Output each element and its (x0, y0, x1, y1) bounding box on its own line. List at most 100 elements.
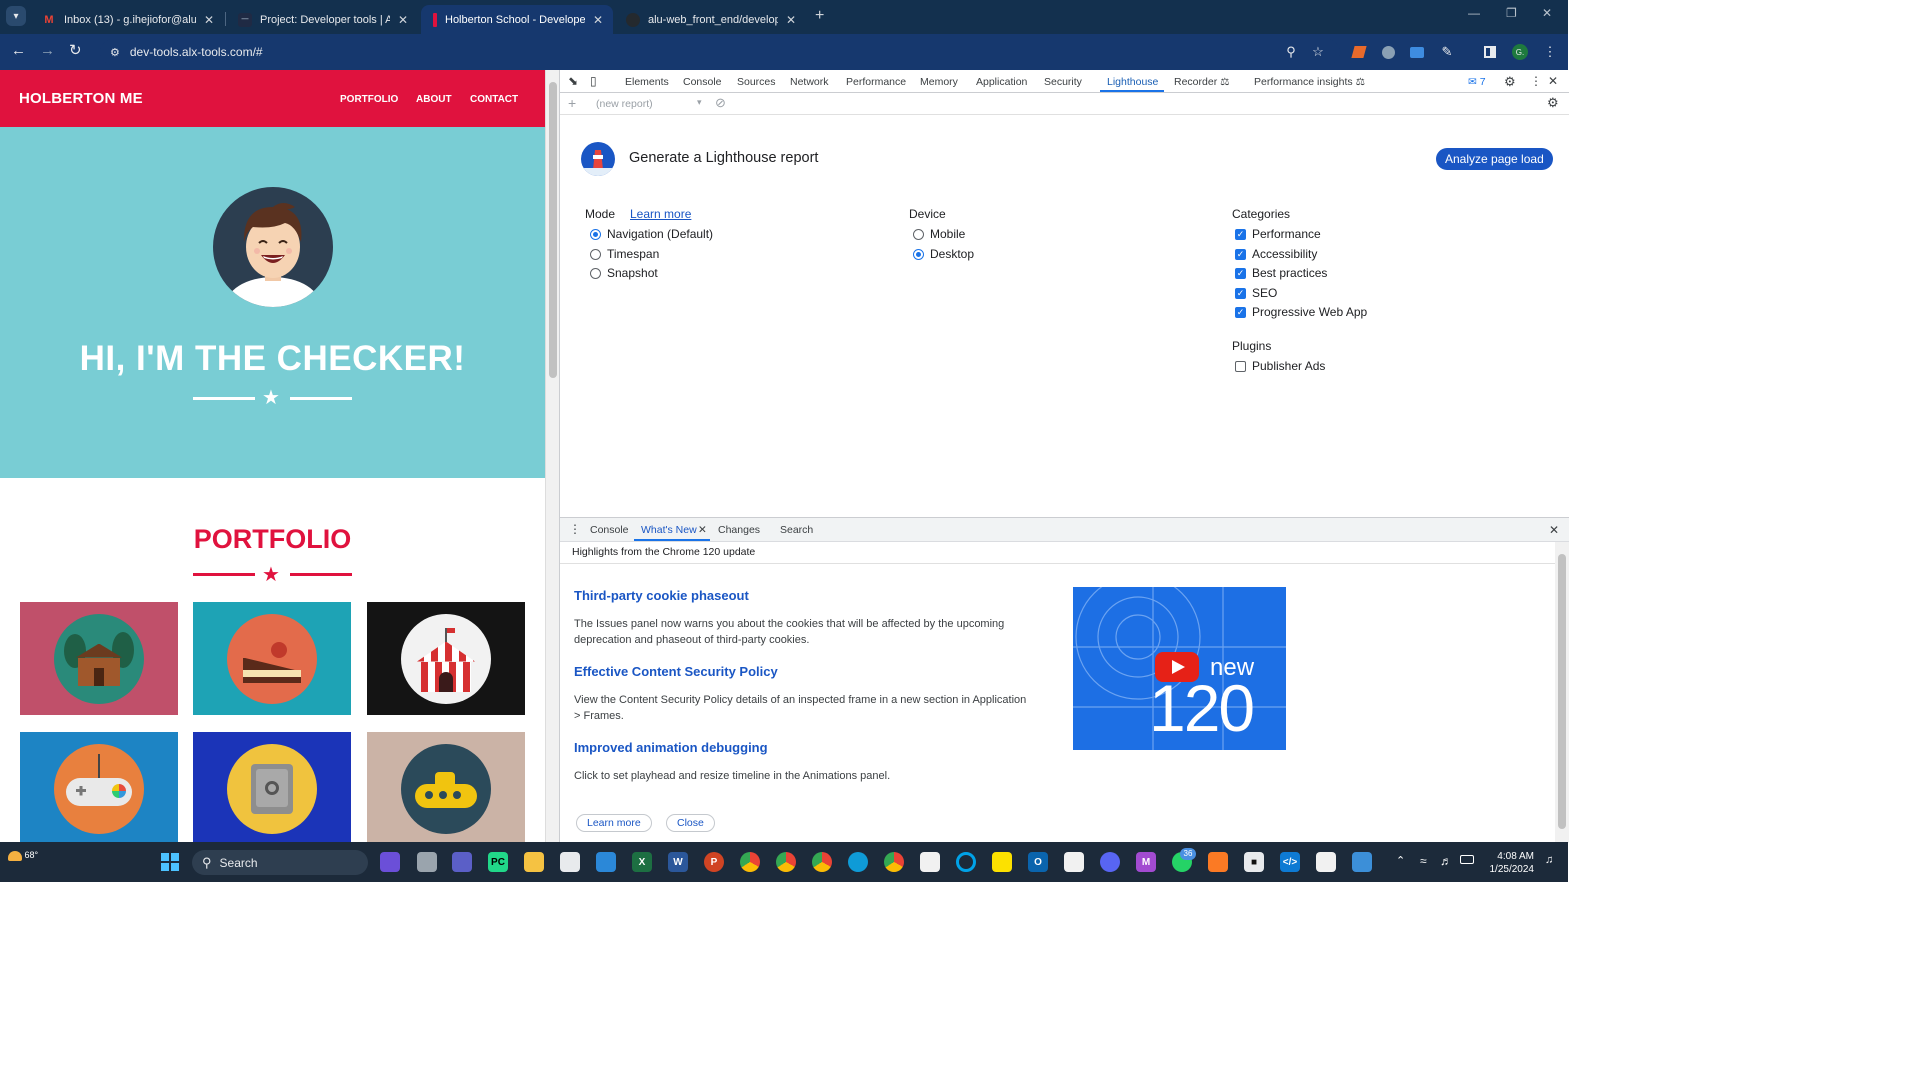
portfolio-item-submarine[interactable] (367, 732, 525, 842)
xampp-icon[interactable] (1208, 852, 1228, 872)
portfolio-item-cabin[interactable] (20, 602, 178, 715)
tab-recorder[interactable]: Recorder ⚖ (1174, 76, 1230, 88)
extension-window-icon[interactable] (1408, 43, 1426, 61)
capcut-icon[interactable]: ■ (1244, 852, 1264, 872)
drawer-menu-icon[interactable]: ⋮ (569, 522, 581, 536)
close-devtools-icon[interactable]: ✕ (1548, 74, 1558, 88)
tab-lighthouse[interactable]: Lighthouse (1107, 76, 1158, 88)
browser-tab-holberton[interactable]: Holberton School - Developer tools ✕ (421, 5, 613, 34)
plus-icon[interactable]: + (568, 95, 576, 111)
drawer-tab-whats-new[interactable]: What's New (641, 524, 697, 536)
whats-new-item-heading[interactable]: Improved animation debugging (574, 740, 768, 755)
snipping-tool-icon[interactable] (1316, 852, 1336, 872)
file-icon[interactable] (1064, 852, 1084, 872)
excel-icon[interactable]: X (632, 852, 652, 872)
close-tab-icon[interactable]: ✕ (593, 13, 603, 27)
mode-navigation-radio[interactable]: Navigation (Default) (590, 227, 713, 241)
mode-timespan-radio[interactable]: Timespan (590, 247, 659, 261)
browser-tab-github[interactable]: alu-web_front_end/developer_tools ✕ (614, 5, 806, 34)
devtools-menu-icon[interactable]: ⋮ (1530, 74, 1542, 88)
microsoft-store-icon[interactable] (560, 852, 580, 872)
scrollbar-thumb[interactable] (549, 82, 557, 378)
bookmark-star-icon[interactable]: ☆ (1309, 43, 1327, 61)
new-tab-button[interactable]: + (815, 7, 824, 25)
tab-console[interactable]: Console (683, 76, 722, 88)
chrome-icon[interactable] (776, 852, 796, 872)
forward-icon[interactable]: → (40, 43, 55, 59)
taskbar-clock[interactable]: 4:08 AM 1/25/2024 (1486, 850, 1535, 876)
grammarly-icon[interactable] (1379, 43, 1397, 61)
task-view-icon[interactable] (417, 852, 437, 872)
volume-icon[interactable]: ♬ (1440, 854, 1452, 868)
portfolio-item-circus[interactable] (367, 602, 525, 715)
close-tab-icon[interactable]: ✕ (204, 13, 214, 27)
profile-avatar[interactable]: G. (1511, 43, 1529, 61)
windows-start-icon[interactable] (160, 852, 180, 872)
chrome-icon[interactable] (884, 852, 904, 872)
close-tab-icon[interactable]: ✕ (398, 13, 408, 27)
plugin-publisher-ads-checkbox[interactable]: Publisher Ads (1235, 359, 1325, 373)
drawer-scrollbar[interactable] (1555, 542, 1569, 843)
address-bar[interactable]: ⚙ dev-tools.alx-tools.com/# (100, 39, 1340, 65)
wifi-icon[interactable]: ≈ (1420, 854, 1427, 868)
category-performance-checkbox[interactable]: ✓ Performance (1235, 227, 1321, 241)
site-info-icon[interactable]: ⚙ (110, 46, 120, 59)
chevron-up-icon[interactable]: ⌃ (1396, 854, 1405, 867)
mind-app-icon[interactable]: M (1136, 852, 1156, 872)
category-accessibility-checkbox[interactable]: ✓ Accessibility (1235, 247, 1317, 261)
powerpoint-icon[interactable]: P (704, 852, 724, 872)
chrome-menu-icon[interactable]: ⋮ (1541, 43, 1559, 61)
vscode-icon[interactable]: </> (1280, 852, 1300, 872)
notifications-bell-icon[interactable]: ♫ (1545, 854, 1553, 866)
clear-icon[interactable]: ⊘ (715, 95, 726, 111)
whats-new-video-thumbnail[interactable]: new 120 (1073, 587, 1286, 750)
teams-icon[interactable] (452, 852, 472, 872)
photos-icon[interactable] (1352, 852, 1372, 872)
file-icon[interactable] (920, 852, 940, 872)
drawer-tab-changes[interactable]: Changes (718, 524, 760, 536)
weather-widget[interactable]: 68° (8, 850, 38, 861)
settings-gear-icon[interactable]: ⚙ (1504, 74, 1516, 90)
chevron-down-icon[interactable]: ▾ (697, 97, 702, 108)
learn-more-link[interactable]: Learn more (630, 207, 691, 221)
cortana-icon[interactable] (956, 852, 976, 872)
inspect-element-icon[interactable]: ⬊ (568, 74, 578, 88)
copilot-icon[interactable] (380, 852, 400, 872)
restore-icon[interactable]: ❐ (1506, 6, 1517, 20)
file-explorer-icon[interactable] (524, 852, 544, 872)
battery-icon[interactable] (1460, 855, 1474, 864)
tab-performance-insights[interactable]: Performance insights ⚖ (1254, 76, 1365, 88)
portfolio-item-safe[interactable] (193, 732, 351, 842)
reload-icon[interactable]: ↻ (69, 43, 82, 59)
category-seo-checkbox[interactable]: ✓ SEO (1235, 286, 1277, 300)
mail-icon[interactable] (596, 852, 616, 872)
close-tab-icon[interactable]: ✕ (698, 524, 707, 536)
close-tab-icon[interactable]: ✕ (786, 13, 796, 27)
scrollbar-thumb[interactable] (1558, 554, 1566, 829)
close-button[interactable]: Close (666, 814, 715, 832)
tab-performance[interactable]: Performance (846, 76, 906, 88)
word-icon[interactable]: W (668, 852, 688, 872)
mode-snapshot-radio[interactable]: Snapshot (590, 266, 658, 280)
minimize-icon[interactable]: — (1468, 6, 1480, 20)
extension-icon[interactable] (1350, 43, 1368, 61)
tab-network[interactable]: Network (790, 76, 829, 88)
portfolio-item-game-controller[interactable] (20, 732, 178, 842)
drawer-tab-console[interactable]: Console (590, 524, 629, 536)
pycharm-icon[interactable]: PC (488, 852, 508, 872)
zoom-icon[interactable]: ⚲ (1282, 43, 1300, 61)
close-drawer-icon[interactable]: ✕ (1549, 523, 1559, 537)
tab-search-button[interactable]: ▾ (6, 6, 26, 26)
chrome-icon[interactable] (740, 852, 760, 872)
tab-application[interactable]: Application (976, 76, 1027, 88)
site-brand[interactable]: HOLBERTON ME (19, 90, 143, 107)
device-mobile-radio[interactable]: Mobile (913, 227, 965, 241)
extensions-puzzle-icon[interactable]: ✎ (1438, 43, 1456, 61)
taskbar-search-box[interactable]: ⚲ Search (192, 850, 368, 875)
device-desktop-radio[interactable]: Desktop (913, 247, 974, 261)
lighthouse-settings-icon[interactable]: ⚙ (1547, 95, 1559, 111)
chrome-icon[interactable] (812, 852, 832, 872)
tab-memory[interactable]: Memory (920, 76, 958, 88)
drawer-tab-search[interactable]: Search (780, 524, 813, 536)
browser-tab-alu[interactable]: — Project: Developer tools | ALU Intrane… (226, 5, 418, 34)
